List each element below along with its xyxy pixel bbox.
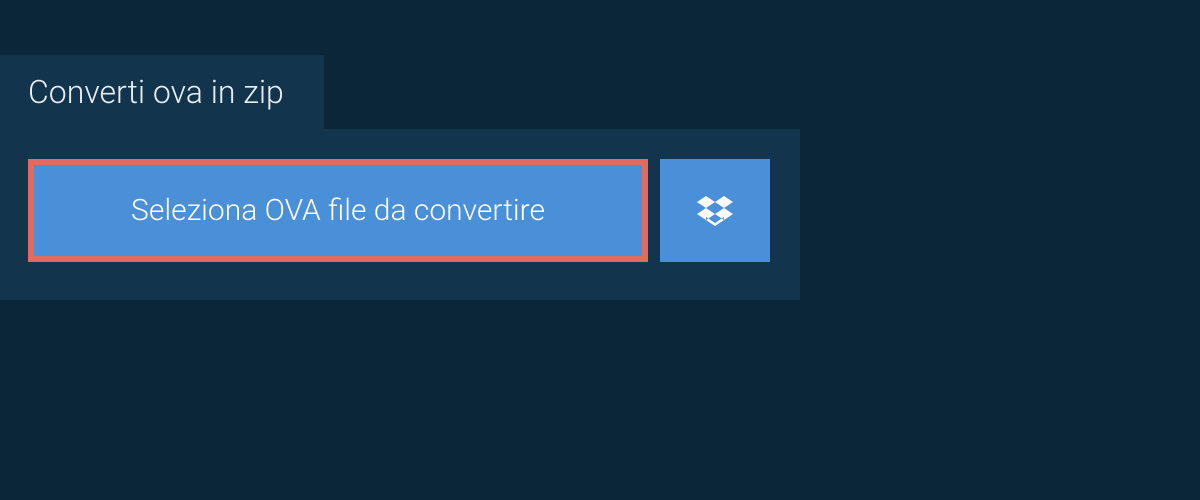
conversion-panel: Seleziona OVA file da convertire bbox=[0, 129, 800, 300]
dropbox-button[interactable] bbox=[660, 159, 770, 262]
select-file-label: Seleziona OVA file da convertire bbox=[131, 193, 545, 228]
tab-bar: Converti ova in zip bbox=[0, 0, 1200, 129]
dropbox-icon bbox=[697, 193, 733, 229]
button-row: Seleziona OVA file da convertire bbox=[28, 159, 772, 262]
tab-convert[interactable]: Converti ova in zip bbox=[0, 55, 324, 129]
tab-label: Converti ova in zip bbox=[28, 73, 284, 111]
select-file-button[interactable]: Seleziona OVA file da convertire bbox=[28, 159, 648, 262]
